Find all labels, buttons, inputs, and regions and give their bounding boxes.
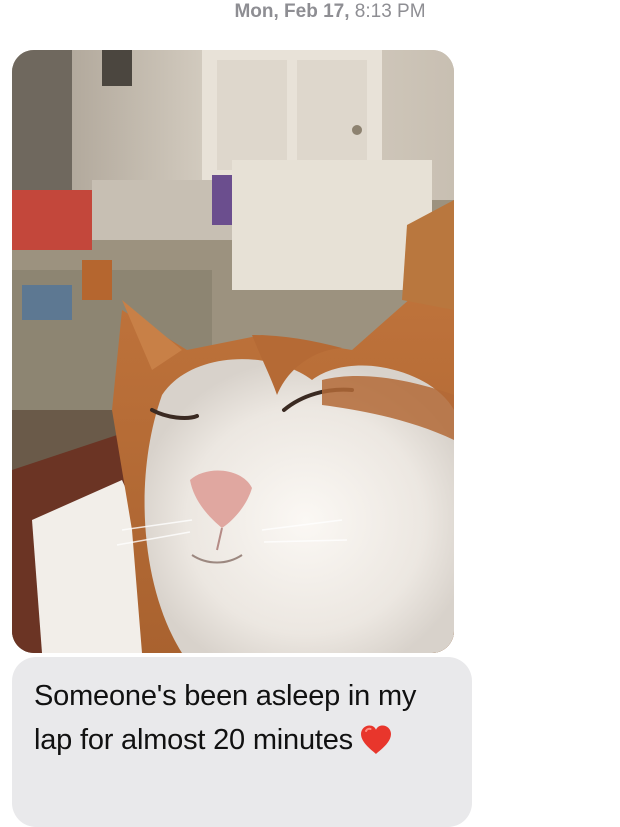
heart-icon	[361, 725, 391, 754]
message-timestamp: Mon, Feb 17, 8:13 PM	[0, 0, 620, 24]
photo-message[interactable]	[12, 50, 454, 653]
cat-photo	[12, 50, 454, 653]
text-message[interactable]: Someone's been asleep in my lap for almo…	[12, 657, 472, 827]
timestamp-day: Mon, Feb 17,	[234, 1, 350, 22]
timestamp-time: 8:13 PM	[354, 1, 426, 22]
